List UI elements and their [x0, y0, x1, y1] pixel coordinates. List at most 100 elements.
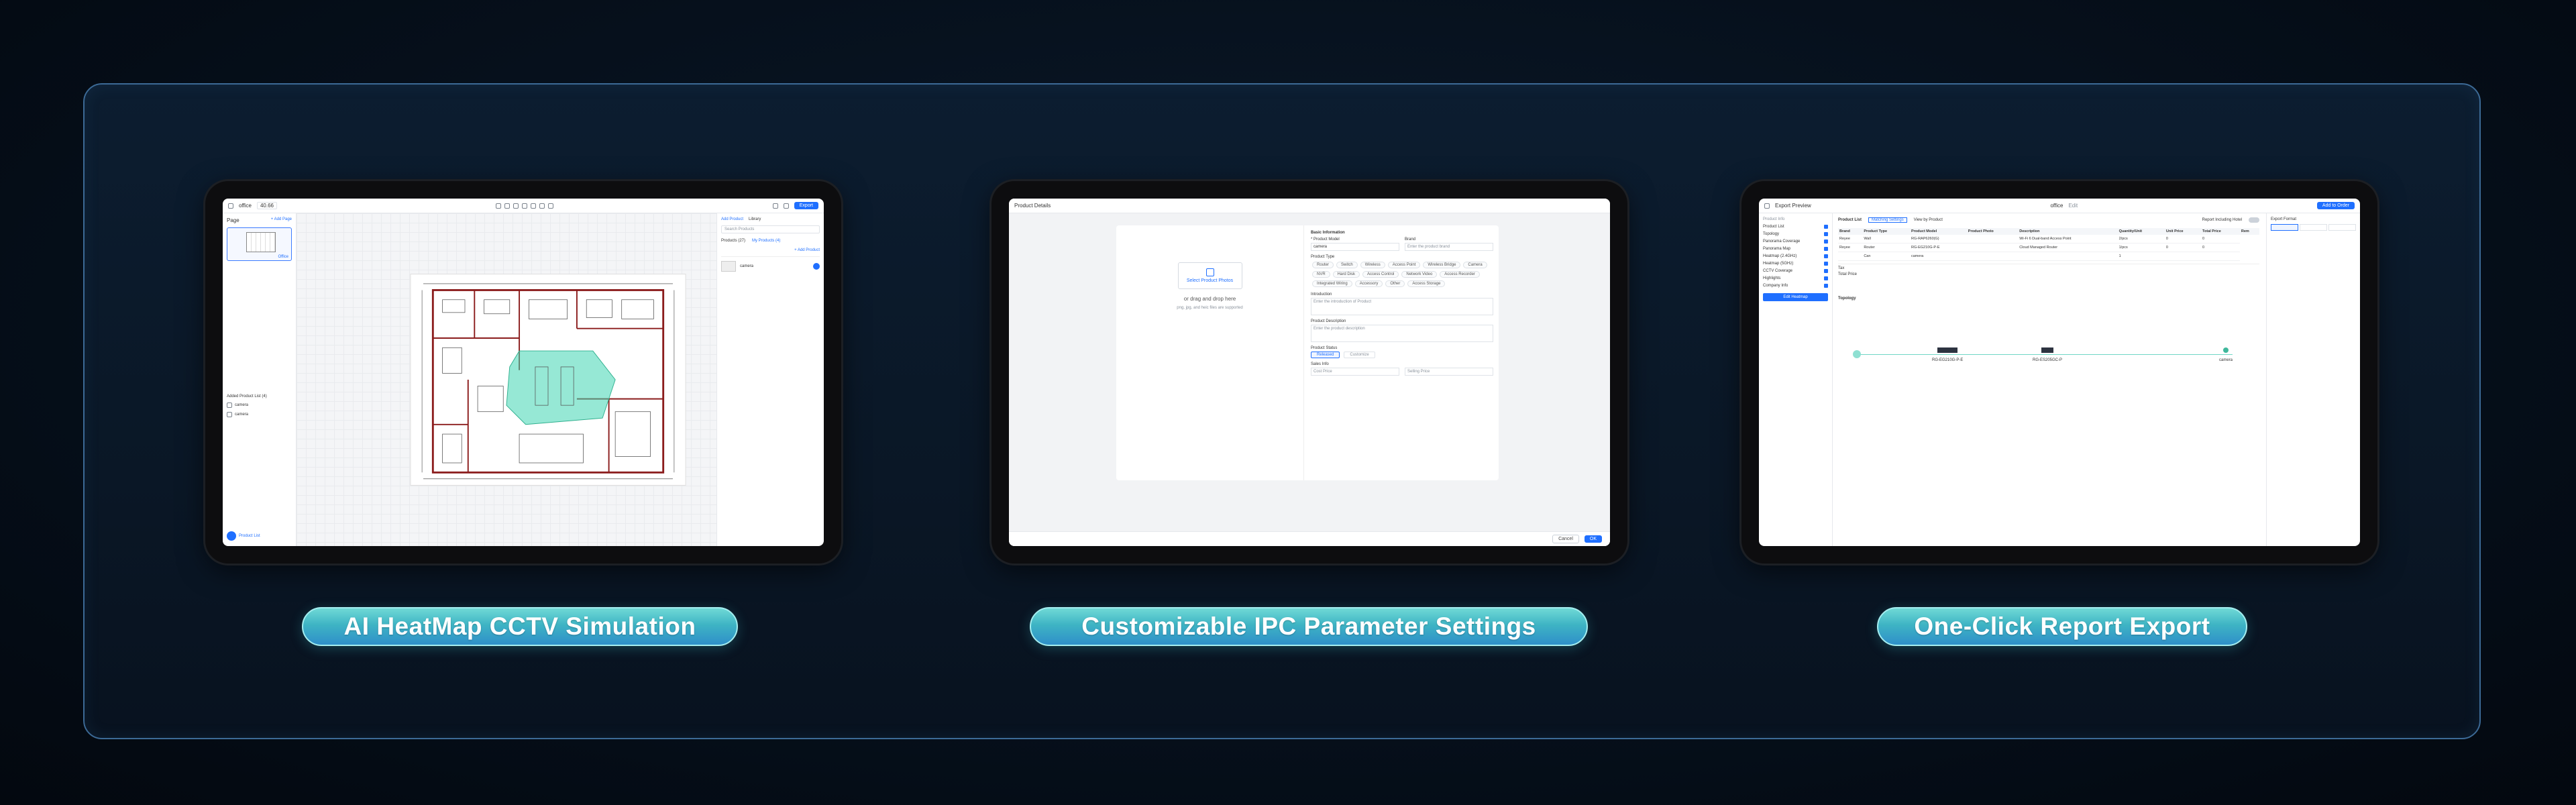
move-icon[interactable] [522, 203, 528, 209]
tax-label: Tax [1838, 266, 1845, 270]
product-type-tag[interactable]: Network Video [1401, 271, 1438, 278]
product-type-tag[interactable]: Access Control [1362, 271, 1399, 278]
export-button[interactable]: Export [794, 202, 818, 209]
topology-node[interactable]: camera [2219, 347, 2233, 362]
product-type-tag[interactable]: Wireless [1360, 262, 1385, 268]
nav-item[interactable]: Heatmap (2.4GHz) [1763, 254, 1828, 258]
nav-item-label: Company Info [1763, 284, 1788, 288]
cost-price-input[interactable]: Cost Price [1311, 368, 1399, 376]
product-type-tag[interactable]: Other [1385, 280, 1405, 287]
product-card[interactable]: camera [721, 256, 820, 272]
table-cell: RG-EG210G-P-E [1910, 243, 1967, 252]
nav-item[interactable]: Highlights [1763, 276, 1828, 280]
tab-matching[interactable]: Matching Settings [1868, 217, 1907, 223]
upload-area[interactable]: Select Product Photos or drag and drop h… [1116, 225, 1304, 480]
nav-item[interactable]: Company Info [1763, 284, 1828, 288]
ok-button[interactable]: OK [1584, 535, 1602, 543]
nav-item-label: CCTV Coverage [1763, 269, 1793, 273]
measure-icon[interactable] [531, 203, 537, 209]
floorplan-canvas[interactable] [297, 213, 716, 546]
nav-item-label: Heatmap (5GHz) [1763, 262, 1794, 266]
tab-library[interactable]: Library [749, 217, 761, 221]
topology-node[interactable]: RG-ES205GC-P [2033, 347, 2062, 362]
select-icon[interactable] [513, 203, 519, 209]
product-list-icon [227, 531, 236, 541]
add-page-link[interactable]: + Add Page [271, 217, 292, 223]
format-option[interactable] [2328, 224, 2356, 231]
table-row[interactable]: Can camera 1 [1838, 252, 2259, 261]
checkbox-icon[interactable] [1824, 225, 1828, 229]
description-input[interactable]: Enter the product description [1311, 325, 1493, 342]
add-product-link[interactable]: + Add Product [721, 248, 820, 252]
back-icon[interactable] [1764, 203, 1770, 209]
undo-icon[interactable] [496, 203, 502, 209]
status-label: Product Status [1311, 346, 1338, 350]
product-type-tag[interactable]: Accessory [1354, 280, 1383, 287]
nav-item[interactable]: Product List [1763, 225, 1828, 229]
format-option[interactable] [2271, 224, 2298, 231]
page-thumbnail[interactable]: Office [227, 227, 292, 261]
product-search-input[interactable]: Search Products [721, 225, 820, 233]
checkbox-icon[interactable] [1824, 247, 1828, 251]
product-type-tag[interactable]: Hard Disk [1332, 271, 1360, 278]
tab-products[interactable]: Products (27) [721, 239, 745, 243]
nav-item-label: Heatmap (2.4GHz) [1763, 254, 1797, 258]
report-toggle[interactable] [2249, 217, 2259, 223]
upload-link[interactable]: Select Product Photos [1187, 278, 1233, 283]
upload-box[interactable]: Select Product Photos [1177, 262, 1242, 289]
product-type-tag[interactable]: Access Point [1387, 262, 1421, 268]
nav-item[interactable]: Panorama Coverage [1763, 239, 1828, 244]
caption-ipc-settings: Customizable IPC Parameter Settings [1030, 607, 1588, 646]
camera-icon[interactable] [548, 203, 554, 209]
format-option[interactable] [2300, 224, 2327, 231]
product-type-tag[interactable]: NVR [1312, 271, 1330, 278]
checkbox-icon[interactable] [1824, 254, 1828, 258]
status-released[interactable]: Released [1311, 352, 1340, 358]
product-list-footer[interactable]: Product List [227, 531, 260, 541]
cancel-button[interactable]: Cancel [1552, 535, 1579, 543]
list-item[interactable]: camera [235, 413, 248, 417]
checkbox-icon[interactable] [1824, 232, 1828, 236]
introduction-input[interactable]: Enter the introduction of Product [1311, 298, 1493, 315]
product-type-tag[interactable]: Access Storage [1407, 280, 1446, 287]
home-icon[interactable] [228, 203, 233, 209]
nav-item[interactable]: CCTV Coverage [1763, 269, 1828, 273]
add-to-plan-icon[interactable] [813, 263, 820, 270]
switch-icon [2041, 347, 2053, 353]
product-type-tag[interactable]: Switch [1336, 262, 1358, 268]
topology-node[interactable]: RG-EG210G-P-E [1932, 347, 1963, 362]
brand-input[interactable]: Enter the product brand [1405, 243, 1493, 251]
checkbox-icon[interactable] [1824, 239, 1828, 244]
table-row[interactable]: Reyee Wall RG-RAP6260(G) Wi-Fi 6 Dual-band … [1838, 235, 2259, 244]
nav-item[interactable]: Panorama Map [1763, 247, 1828, 251]
checkbox-icon[interactable] [1824, 269, 1828, 273]
zoom-select[interactable]: 40.66 [256, 202, 278, 209]
nav-item[interactable]: Heatmap (5GHz) [1763, 262, 1828, 266]
export-settings-panel: Export Format [2266, 213, 2360, 546]
product-type-tag[interactable]: Access Recorder [1440, 271, 1480, 278]
edit-heatmap-button[interactable]: Edit Heatmap [1763, 293, 1828, 301]
checkbox-icon[interactable] [1824, 284, 1828, 288]
list-item[interactable]: camera [235, 403, 248, 407]
checkbox-icon[interactable] [1824, 262, 1828, 266]
nav-item[interactable]: Topology [1763, 232, 1828, 236]
status-customize[interactable]: Customize [1344, 352, 1375, 358]
column-header: Product Model [1910, 228, 1967, 235]
product-model-input[interactable]: camera [1311, 243, 1399, 251]
tab-my-products[interactable]: My Products (4) [752, 239, 780, 243]
wall-icon[interactable] [539, 203, 545, 209]
redo-icon[interactable] [504, 203, 511, 209]
tab-add-product[interactable]: Add Product [721, 217, 743, 221]
table-row[interactable]: Reyee Router RG-EG210G-P-E Cloud Managed Ro… [1838, 243, 2259, 252]
product-type-tag[interactable]: Camera [1463, 262, 1487, 268]
product-type-tag[interactable]: Wireless Bridge [1423, 262, 1461, 268]
add-to-order-button[interactable]: Add to Order [2316, 202, 2355, 209]
grid-icon[interactable] [772, 203, 778, 209]
tab-view[interactable]: View by Product [1914, 218, 1943, 222]
selling-price-input[interactable]: Selling Price [1405, 368, 1493, 376]
layers-icon[interactable] [783, 203, 789, 209]
product-type-tag[interactable]: Router [1312, 262, 1334, 268]
product-type-tag[interactable]: Integrated Wiring [1312, 280, 1352, 287]
edit-link[interactable]: Edit [2068, 203, 2078, 209]
checkbox-icon[interactable] [1824, 276, 1828, 280]
